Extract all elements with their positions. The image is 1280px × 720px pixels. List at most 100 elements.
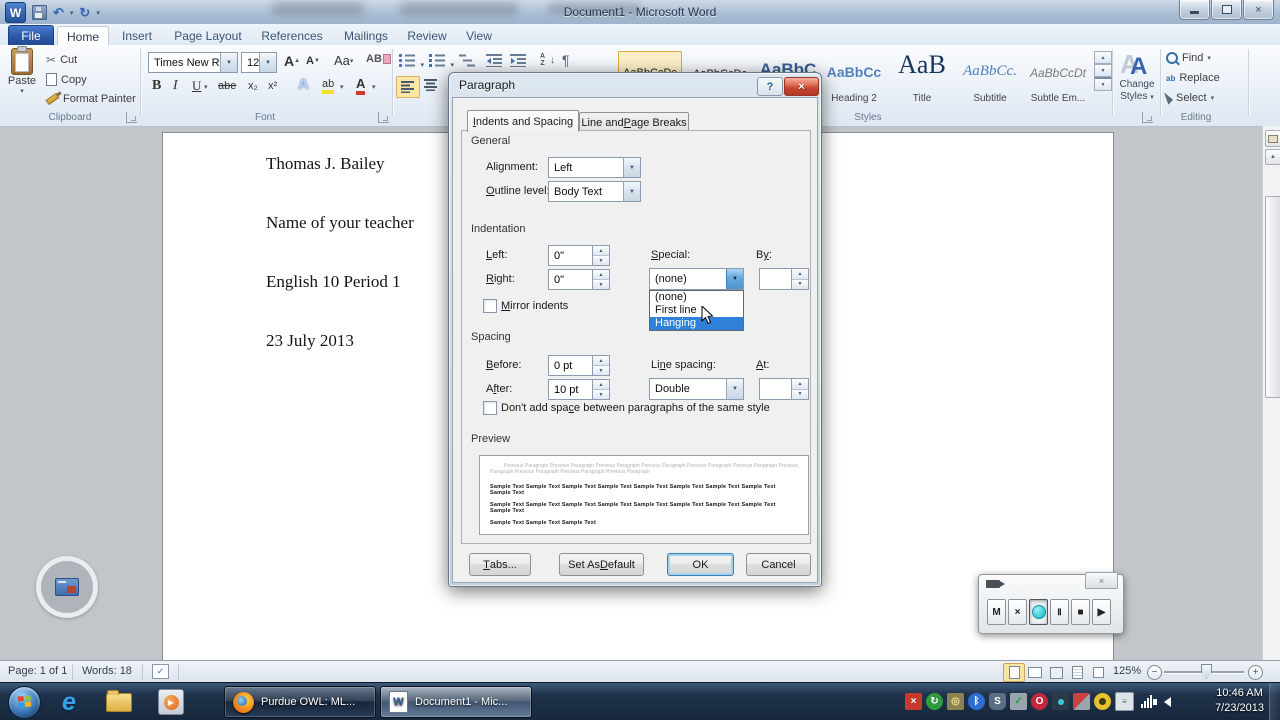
dialog-help-button[interactable]: ? [757,77,783,96]
show-desktop-button[interactable] [1269,683,1280,720]
style-subtitle[interactable]: AaBbCc. [958,51,1022,81]
clear-formatting-button[interactable]: AB [366,53,391,65]
zoom-slider-handle[interactable] [1201,664,1212,679]
recorder-x-button[interactable]: × [1008,599,1027,625]
tab-insert[interactable]: Insert [112,26,162,45]
ruler-toggle-button[interactable] [1265,130,1280,147]
page-indicator[interactable]: Page: 1 of 1 [8,665,67,677]
subscript-button[interactable]: x₂ [248,80,258,92]
cut-button[interactable]: ✂ Cut [46,53,77,67]
tray-reader-icon[interactable] [1073,693,1090,710]
view-full-screen-button[interactable] [1024,663,1046,682]
vertical-scrollbar[interactable]: ▲ [1262,126,1280,660]
paste-button[interactable]: Paste ▾ [6,46,38,95]
spacing-before-spinner[interactable]: 0 pt ▲ ▼ [548,355,610,376]
styles-gallery-more[interactable]: ▼ [1094,77,1112,91]
show-paragraph-marks-button[interactable]: ¶ [562,52,570,68]
shrink-font-button[interactable]: A ▼ [306,55,320,67]
tab-view[interactable]: View [456,26,502,45]
sort-button[interactable]: A Z [540,53,545,67]
tray-messenger-icon[interactable] [1052,693,1069,710]
clipboard-dialog-launcher[interactable] [126,112,137,123]
tab-line-and-page-breaks[interactable]: Line and Page Breaks [579,112,689,132]
tray-sync-icon[interactable]: ↻ [926,693,943,710]
scroll-up-button[interactable]: ▲ [1265,149,1280,165]
decrease-indent-button[interactable] [486,53,503,72]
dialog-close-button[interactable]: × [784,77,819,96]
tab-page-layout[interactable]: Page Layout [166,26,250,45]
taskbar-button-word[interactable]: W Document1 - Mic... [380,686,532,718]
spacing-after-spinner[interactable]: 10 pt ▲ ▼ [548,379,610,400]
change-styles-button[interactable]: AA Change Styles ▾ [1116,49,1158,111]
outline-level-combo[interactable]: Body Text ▼ [548,181,641,202]
recorder-stop-button[interactable]: ■ [1071,599,1090,625]
proofing-status-icon[interactable]: ✓ [152,664,169,679]
recorder-close-button[interactable]: × [1085,572,1118,589]
recorder-record-button[interactable] [1029,599,1048,625]
multilevel-list-button[interactable] [458,53,476,72]
alignment-combo[interactable]: Left ▼ [548,157,641,178]
strikethrough-button[interactable]: abe [218,80,236,92]
tray-error-icon[interactable]: × [905,693,922,710]
align-left-button[interactable] [396,76,420,98]
bullets-button[interactable]: ▾ [398,53,424,72]
view-web-layout-button[interactable] [1045,663,1067,682]
tab-mailings[interactable]: Mailings [334,26,398,45]
restore-button[interactable] [1211,0,1242,20]
view-draft-button[interactable] [1087,663,1109,682]
bold-button[interactable]: B [152,78,161,94]
line-spacing-combo[interactable]: Double ▼ [649,378,744,400]
zoom-in-button[interactable]: + [1248,665,1263,680]
font-color-dropdown-icon[interactable]: ▾ [372,83,376,91]
scrollbar-thumb[interactable] [1265,196,1280,398]
ok-button[interactable]: OK [667,553,734,576]
underline-button[interactable]: U [192,78,201,94]
styles-scroll-down[interactable]: ▼ [1094,64,1112,77]
mirror-indents-checkbox[interactable] [483,299,497,313]
zoom-level[interactable]: 125% [1113,665,1141,677]
word-count[interactable]: Words: 18 [82,665,132,677]
taskbar-button-firefox[interactable]: Purdue OWL: ML... [224,686,376,718]
select-button[interactable]: Select ▾ [1163,90,1214,105]
tab-review[interactable]: Review [400,26,454,45]
minimize-button[interactable] [1179,0,1210,20]
font-color-button[interactable]: A [356,76,366,95]
at-spinner[interactable]: ▲ ▼ [759,378,809,400]
tray-update-icon[interactable] [1094,693,1111,710]
dropdown-item-first-line[interactable]: First line [650,304,743,317]
special-combo[interactable]: (none) ▼ [649,268,744,290]
styles-dialog-launcher[interactable] [1142,112,1153,123]
tray-shield-icon[interactable]: S [989,693,1006,710]
style-heading2[interactable]: AaBbCc [822,51,886,81]
change-case-button[interactable]: Aa ▾ [334,53,353,68]
tray-security-icon[interactable]: O [1031,693,1048,710]
format-painter-button[interactable]: Format Painter [45,92,136,106]
windows-explorer-icon[interactable] [106,689,132,715]
view-outline-button[interactable] [1066,663,1088,682]
recorder-play-button[interactable]: ▶ [1092,599,1111,625]
recorder-m-button[interactable]: M [987,599,1006,625]
superscript-button[interactable]: x² [268,80,277,92]
start-button[interactable] [8,686,41,719]
tray-clipboard-icon[interactable]: ≡ [1115,692,1134,711]
font-family-combo[interactable]: Times New Rom ▼ [148,52,238,73]
copy-button[interactable]: Copy [46,70,87,86]
taskbar-clock[interactable]: 10:46 AM 7/23/2013 [1215,686,1264,716]
set-as-default-button[interactable]: Set As Default [559,553,644,576]
replace-button[interactable]: ab Replace [1166,72,1220,84]
styles-scroll-up[interactable]: ▲ [1094,51,1112,64]
highlight-button[interactable]: ab [322,78,335,94]
numbering-button[interactable]: ▾ [428,53,454,72]
grow-font-button[interactable]: A ▲ [284,53,300,69]
italic-button[interactable]: I [173,78,178,94]
indent-right-spinner[interactable]: 0" ▲ ▼ [548,269,610,290]
dropdown-item-none[interactable]: (none) [650,291,743,304]
tabs-button[interactable]: Tabs... [469,553,531,576]
dropdown-item-hanging[interactable]: Hanging [650,317,743,330]
tray-volume-icon[interactable] [1153,693,1176,710]
text-effects-button[interactable]: A [298,76,309,93]
tray-bluetooth-icon[interactable]: ᛒ [968,693,985,710]
cancel-button[interactable]: Cancel [746,553,811,576]
tray-camera-icon[interactable]: ◎ [947,693,964,710]
recorder-pause-button[interactable]: Ⅱ [1050,599,1069,625]
